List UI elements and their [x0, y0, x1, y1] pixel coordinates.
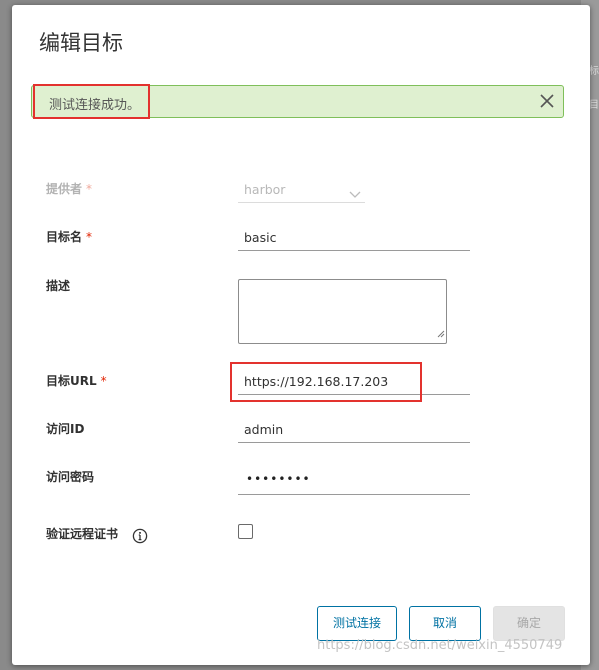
required-mark: * [86, 230, 93, 244]
watermark: https://blog.csdn.net/weixin_4550749 [317, 638, 563, 653]
access-id-input[interactable]: admin [238, 417, 470, 443]
verify-cert-checkbox[interactable] [238, 524, 253, 539]
close-icon[interactable] [537, 91, 557, 111]
backdrop-text: 标 [589, 66, 599, 77]
provider-value: harbor [244, 182, 286, 197]
description-label: 描述 [46, 277, 70, 294]
resize-grip-icon[interactable] [437, 323, 445, 342]
access-secret-label-text: 访问密码 [46, 470, 95, 484]
target-name-value: basic [244, 230, 277, 245]
modal-title: 编辑目标 [39, 31, 123, 55]
info-icon[interactable] [132, 528, 148, 548]
access-secret-label: 访问密码 [46, 468, 94, 485]
highlight-box [230, 362, 422, 402]
required-mark: * [100, 374, 107, 388]
target-name-input[interactable]: basic [238, 225, 470, 251]
backdrop-text: 目 [589, 100, 599, 111]
required-mark: * [86, 182, 93, 196]
provider-label-text: 提供者 [46, 182, 83, 196]
target-url-label: 目标URL * [46, 372, 107, 389]
description-textarea[interactable] [238, 279, 447, 344]
access-secret-input[interactable]: •••••••• [238, 469, 470, 495]
target-name-label: 目标名 * [46, 228, 92, 245]
access-secret-value: •••••••• [246, 472, 311, 486]
access-id-label: 访问ID [46, 420, 84, 437]
highlight-box [33, 84, 150, 119]
description-label-text: 描述 [46, 279, 71, 293]
ok-button[interactable]: 确定 [493, 606, 565, 641]
access-id-value: admin [244, 422, 284, 437]
provider-select[interactable]: harbor [238, 178, 365, 203]
cancel-button[interactable]: 取消 [409, 606, 481, 641]
target-url-label-text: 目标URL [46, 374, 97, 388]
chevron-down-icon [349, 184, 361, 203]
target-name-label-text: 目标名 [46, 230, 83, 244]
access-id-label-text: 访问ID [46, 422, 85, 436]
provider-label: 提供者 * [46, 180, 92, 197]
verify-cert-label-text: 验证远程证书 [46, 527, 119, 541]
verify-cert-label: 验证远程证书 [46, 525, 118, 542]
test-connection-button[interactable]: 测试连接 [317, 606, 397, 641]
